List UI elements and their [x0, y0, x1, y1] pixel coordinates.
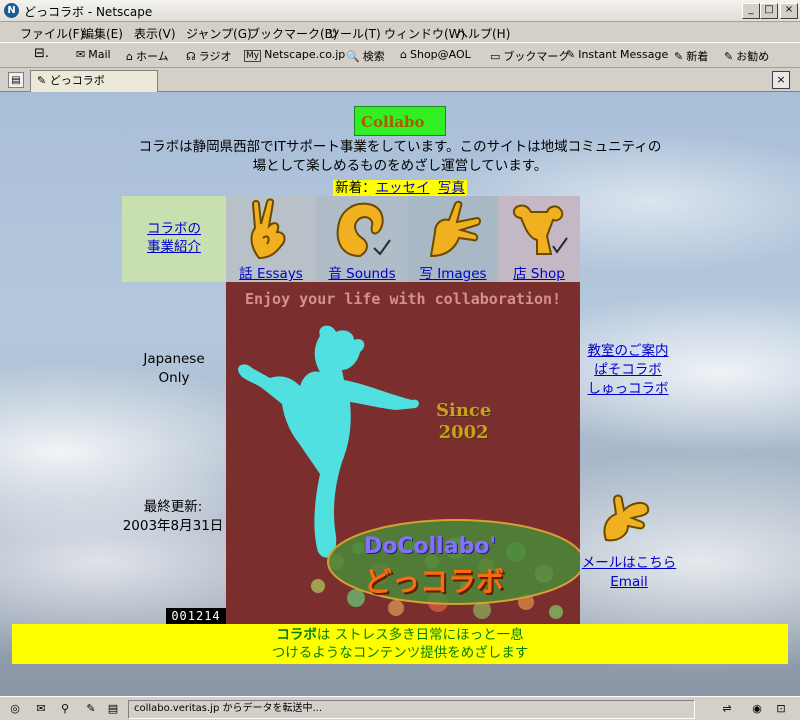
toolbar-new[interactable]: ✎ 新着	[674, 48, 708, 64]
connection-icon: ⇌	[722, 702, 732, 715]
nav-images[interactable]: 写 Images	[408, 196, 498, 282]
enjoy-tagline: Enjoy your life with collaboration!	[244, 290, 562, 308]
mail-status-icon[interactable]: ✉	[32, 701, 50, 716]
toolbar-grip-icon: ⊟.	[34, 46, 50, 61]
shukkollabo-link[interactable]: しゅっコラボ	[578, 380, 678, 399]
classroom-guide-link[interactable]: 教室のご案内	[578, 342, 678, 361]
tab-bar: ▤ ✎ どっコラボ ×	[0, 68, 800, 92]
nav-business-intro[interactable]: コラボの 事業紹介	[122, 196, 226, 282]
menu-tools[interactable]: ツール(T)	[328, 25, 381, 42]
classroom-links: 教室のご案内 ぱそコラボ しゅっコラボ	[578, 342, 678, 399]
close-tab-button[interactable]: ×	[772, 71, 790, 89]
toolbar-search[interactable]: 🔍 検索	[346, 48, 385, 64]
address-book-icon[interactable]: ▤	[104, 701, 122, 716]
security-icon[interactable]: ◉	[748, 701, 766, 716]
menu-file[interactable]: ファイル(F)	[20, 25, 84, 42]
hand-essays-icon	[250, 198, 286, 260]
home-icon: ⌂	[126, 50, 133, 63]
personal-toolbar: ⊟. ✉ Mail ⌂ ホーム ☊ ラジオ My Netscape.co.jp 🔍 検索 …	[0, 42, 800, 68]
netscape-logo-icon: N	[4, 3, 19, 18]
visitor-counter: 001214	[166, 608, 226, 624]
ear-sounds-icon	[336, 202, 391, 258]
bookmark-icon: ✎	[674, 50, 684, 63]
news-photo-link[interactable]: 写真	[438, 180, 465, 196]
minimize-button[interactable]: _	[742, 3, 760, 19]
mail-icon: ✉	[76, 48, 86, 61]
composer-icon[interactable]: ✎	[82, 701, 100, 716]
menu-bar: ファイル(F) 編集(E) 表示(V) ジャンプ(G) ブックマーク(B) ツー…	[0, 22, 800, 42]
mail-here-link[interactable]: メールはこちら	[576, 554, 682, 573]
toolbar-home[interactable]: ⌂ ホーム	[126, 48, 169, 64]
menu-go[interactable]: ジャンプ(G)	[186, 25, 252, 42]
email-link[interactable]: Email	[576, 573, 682, 592]
new-tab-icon[interactable]: ▤	[8, 72, 24, 88]
pasocollabo-link[interactable]: ぱそコラボ	[578, 361, 678, 380]
page-icon: ✎	[37, 74, 50, 87]
bookmark-icon: ✎	[724, 50, 734, 63]
maximize-button[interactable]: □	[760, 3, 778, 19]
menu-bookmarks[interactable]: ブックマーク(B)	[248, 25, 338, 42]
collabo-logo: Collabo	[354, 106, 446, 136]
toolbar-radio[interactable]: ☊ ラジオ	[186, 48, 232, 64]
toolbar-bookmarks[interactable]: ▭ ブックマーク	[490, 48, 569, 64]
japanese-only-note: Japanese Only	[143, 351, 205, 386]
mission-banner: コラボは ストレス多き日常にほっと一息 つけるようなコンテンツ提供をめざします	[12, 624, 788, 664]
menu-help[interactable]: ヘルプ(H)	[456, 25, 510, 42]
menu-window[interactable]: ウィンドウ(W)	[384, 25, 465, 42]
hand-images-icon	[429, 200, 481, 258]
news-line: 新着：エッセイ 写真	[250, 176, 550, 196]
nav-shop[interactable]: 店 Shop	[498, 196, 580, 282]
menu-edit[interactable]: 編集(E)	[82, 25, 123, 42]
shop-icon: ⌂	[400, 48, 407, 61]
toolbar-instant-message[interactable]: ✎ Instant Message	[566, 48, 668, 61]
bag-shop-icon	[513, 204, 568, 255]
mail-links: メールはこちら Email	[576, 554, 682, 592]
search-icon: 🔍	[346, 50, 360, 63]
bookmark-icon: ✎	[566, 48, 576, 61]
mail-hand-icon[interactable]	[598, 492, 654, 542]
aim-icon[interactable]: ⚲	[56, 701, 74, 716]
nav-essays[interactable]: 話 Essays	[226, 196, 316, 282]
online-status-icon[interactable]: ◎	[6, 701, 24, 716]
menu-view[interactable]: 表示(V)	[134, 25, 176, 42]
toolbar-netscape[interactable]: My Netscape.co.jp	[244, 48, 345, 62]
status-bar: ◎ ✉ ⚲ ✎ ▤ collabo.veritas.jp からデータを転送中..…	[0, 696, 800, 720]
since-2002-text: Since 2002	[436, 400, 492, 443]
folder-icon: ▭	[490, 50, 501, 63]
page-content: Collabo コラボは静岡県西部でITサポート事業をしています。このサイトは地…	[0, 92, 800, 696]
last-updated: 最終更新: 2003年8月31日	[122, 499, 224, 534]
nav-sounds[interactable]: 音 Sounds	[316, 196, 408, 282]
tab-dokkorabo[interactable]: ✎ どっコラボ	[30, 70, 158, 92]
title-bar: N どっコラボ - Netscape _ □ ×	[0, 0, 800, 22]
status-text: collabo.veritas.jp からデータを転送中...	[128, 700, 695, 719]
toolbar-recommend[interactable]: ✎ お勧め	[724, 48, 769, 64]
radio-icon: ☊	[186, 50, 196, 63]
news-essay-link[interactable]: エッセイ	[376, 180, 430, 196]
news-highlight: 新着：エッセイ 写真	[333, 180, 467, 196]
toolbar-mail[interactable]: ✉ Mail	[76, 48, 111, 61]
docollabo-title: DoCollabo' どっコラボ	[364, 534, 505, 598]
close-window-button[interactable]: ×	[780, 3, 798, 19]
site-description: コラボは静岡県西部でITサポート事業をしています。このサイトは地域コミュニティの…	[138, 139, 662, 174]
lock-icon[interactable]: ⊡	[772, 701, 790, 716]
main-illustration-panel: Enjoy your life with collaboration! Sinc…	[226, 282, 580, 626]
toolbar-shop[interactable]: ⌂ Shop@AOL	[400, 48, 471, 61]
window-title: どっコラボ - Netscape	[24, 5, 153, 19]
my-netscape-icon: My	[244, 50, 262, 62]
